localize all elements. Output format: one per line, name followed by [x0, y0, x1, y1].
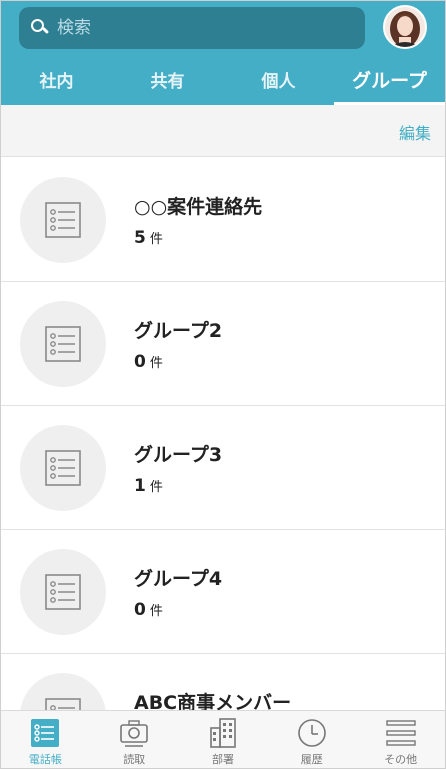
list-icon-circle	[20, 549, 106, 635]
camera-icon	[119, 718, 149, 748]
group-count: 1件	[134, 476, 163, 496]
app-header: 社内 共有 個人 グループ	[1, 1, 445, 105]
nav-label: 履歴	[300, 753, 323, 766]
search-input[interactable]	[57, 18, 337, 38]
nav-other[interactable]: その他	[356, 711, 445, 768]
building-icon	[208, 718, 238, 748]
list-icon-circle	[20, 673, 106, 710]
group-count: 0件	[134, 600, 163, 620]
list-icon-circle	[20, 425, 106, 511]
nav-label: 電話帳	[28, 753, 62, 766]
edit-button[interactable]: 編集	[399, 120, 431, 144]
group-count: 5件	[134, 228, 163, 248]
group-list: ○○案件連絡先 5件 グループ2 0件 グループ3 1 件 グループ4 0 件 …	[1, 158, 445, 710]
list-item[interactable]: グループ3 1件	[1, 406, 445, 530]
list-icon	[45, 202, 81, 238]
group-name: ○○案件連絡先	[134, 196, 263, 218]
nav-scan[interactable]: 読取	[90, 711, 179, 768]
avatar[interactable]	[383, 5, 427, 49]
group-name: ABC商事メンバー	[134, 692, 292, 710]
bottom-nav: 電話帳 読取 部署 履歴 その他	[1, 710, 445, 768]
list-icon	[45, 450, 81, 486]
list-icon-circle	[20, 177, 106, 263]
tab-internal[interactable]: 社内	[1, 53, 112, 105]
search-icon	[31, 19, 50, 37]
nav-label: 読取	[123, 753, 146, 766]
menu-icon	[385, 718, 416, 748]
search-bar[interactable]	[19, 7, 365, 49]
tab-personal[interactable]: 個人	[223, 53, 334, 105]
nav-label: その他	[384, 753, 418, 766]
list-icon	[45, 574, 81, 610]
list-item[interactable]: ○○案件連絡先 5件	[1, 158, 445, 282]
list-icon	[45, 698, 81, 710]
group-count: 0件	[134, 352, 163, 372]
phonebook-icon	[30, 718, 60, 748]
group-name: グループ2	[134, 320, 223, 342]
clock-icon	[297, 718, 327, 748]
edit-bar: 編集	[1, 105, 445, 157]
list-icon-circle	[20, 301, 106, 387]
tab-group[interactable]: グループ	[334, 53, 445, 105]
tab-shared[interactable]: 共有	[112, 53, 223, 105]
list-item[interactable]: グループ4 0件	[1, 530, 445, 654]
group-name: グループ3	[134, 444, 223, 466]
nav-phonebook[interactable]: 電話帳	[1, 711, 90, 768]
group-name: グループ4	[134, 568, 223, 590]
nav-history[interactable]: 履歴	[267, 711, 356, 768]
list-item[interactable]: ABC商事メンバー	[1, 654, 445, 710]
category-tabs: 社内 共有 個人 グループ	[1, 53, 445, 105]
list-icon	[45, 326, 81, 362]
nav-label: 部署	[211, 753, 234, 766]
nav-department[interactable]: 部署	[179, 711, 268, 768]
list-item[interactable]: グループ2 0件	[1, 282, 445, 406]
